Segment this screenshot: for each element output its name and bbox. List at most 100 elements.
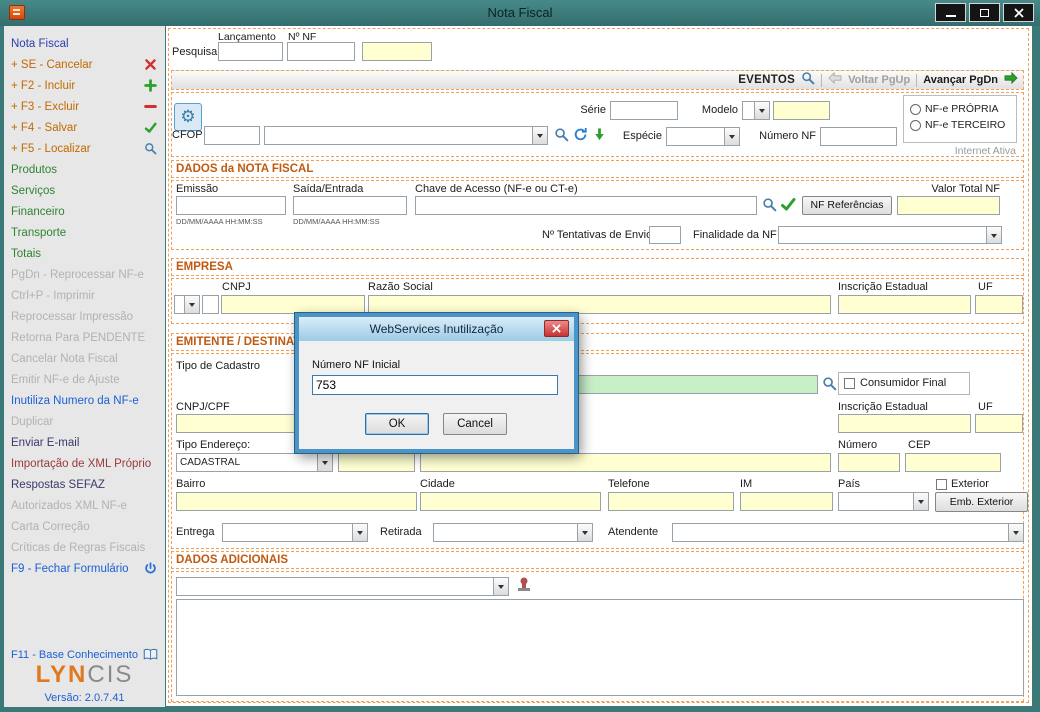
cfop-code-input[interactable]	[204, 126, 260, 145]
cidade-input[interactable]	[420, 492, 601, 511]
tentativas-input[interactable]	[649, 226, 681, 244]
stamp-icon[interactable]	[516, 577, 532, 593]
close-button[interactable]	[1003, 3, 1034, 22]
cfop-search-icon[interactable]	[554, 127, 570, 143]
bairro-input[interactable]	[176, 492, 417, 511]
endereco-codigo-input[interactable]	[338, 453, 415, 472]
destinatario-search-icon[interactable]	[822, 376, 838, 392]
pesquisa-extra-input[interactable]	[362, 42, 432, 61]
telefone-input[interactable]	[608, 492, 734, 511]
nfe-terceiro-radio[interactable]	[910, 120, 921, 131]
voltar-pgup-button[interactable]: Voltar PgUp	[848, 74, 910, 86]
empresa-ie-label: Inscrição Estadual	[838, 281, 928, 293]
empresa-header: EMPRESA	[171, 258, 1024, 276]
dados-adicionais-textarea[interactable]	[176, 599, 1024, 696]
emissao-input[interactable]	[176, 196, 286, 215]
sidebar-item-respostas-sefaz[interactable]: Respostas SEFAZ	[11, 475, 161, 495]
empresa-ie-input[interactable]	[838, 295, 971, 314]
nfe-propria-radio[interactable]	[910, 104, 921, 115]
sidebar-item-f4-salvar[interactable]: + F4 - Salvar	[11, 118, 161, 138]
sidebar-item-importacao-xml[interactable]: Importação de XML Próprio	[11, 454, 161, 474]
emitente-ie-input[interactable]	[838, 414, 971, 433]
empresa-cnpj-input[interactable]	[221, 295, 365, 314]
sidebar-item-f5-localizar[interactable]: + F5 - Localizar	[11, 139, 161, 159]
sidebar-item-reprocessar-nfe[interactable]: PgDn - Reprocessar NF-e	[11, 265, 161, 285]
emb-exterior-button[interactable]: Emb. Exterior	[935, 492, 1028, 512]
green-down-arrow-icon[interactable]	[592, 127, 608, 143]
refresh-icon[interactable]	[573, 127, 589, 143]
finalidade-select[interactable]	[778, 226, 1002, 244]
valor-total-input[interactable]	[897, 196, 1000, 215]
sidebar-item-imprimir[interactable]: Ctrl+P - Imprimir	[11, 286, 161, 306]
sidebar-item-fechar-formulario[interactable]: F9 - Fechar Formulário	[11, 559, 161, 579]
empresa-select[interactable]	[174, 295, 200, 314]
sidebar-item-carta-correcao[interactable]: Carta Correção	[11, 517, 161, 537]
especie-select[interactable]	[666, 127, 740, 146]
pesquisa-numnf-input[interactable]	[287, 42, 355, 61]
sidebar-item-servicos[interactable]: Serviços	[11, 181, 161, 201]
cfop-label: CFOP	[172, 129, 203, 141]
minimize-button[interactable]	[935, 3, 966, 22]
numero-input[interactable]	[838, 453, 900, 472]
sidebar-item-transporte[interactable]: Transporte	[11, 223, 161, 243]
pais-select[interactable]	[838, 492, 929, 511]
dados-adicionais-header: DADOS ADICIONAIS	[171, 551, 1024, 569]
sidebar-item-base-conhecimento[interactable]: F11 - Base Conhecimento	[11, 648, 138, 662]
pesquisa-lancamento-input[interactable]	[218, 42, 283, 61]
chave-check-icon[interactable]	[780, 196, 796, 212]
sidebar-item-enviar-email[interactable]: Enviar E-mail	[11, 433, 161, 453]
dialog-close-button[interactable]	[544, 320, 569, 337]
dialog-titlebar[interactable]: WebServices Inutilização	[299, 317, 574, 341]
sidebar-item-autorizados-xml[interactable]: Autorizados XML NF-e	[11, 496, 161, 516]
sidebar-item-se-cancelar[interactable]: + SE - Cancelar	[11, 55, 161, 75]
settings-button[interactable]: ⚙	[174, 103, 202, 131]
nf-referencias-button[interactable]: NF Referências	[802, 196, 892, 215]
sidebar-item-reprocessar-impressao[interactable]: Reprocessar Impressão	[11, 307, 161, 327]
titlebar[interactable]: Nota Fiscal	[0, 0, 1040, 26]
exterior-checkbox[interactable]	[936, 479, 947, 490]
chave-acesso-input[interactable]	[415, 196, 757, 215]
tipo-endereco-select[interactable]: CADASTRAL	[176, 453, 333, 472]
sidebar-item-emitir-ajuste[interactable]: Emitir NF-e de Ajuste	[11, 370, 161, 390]
avancar-pgdn-button[interactable]: Avançar PgDn	[923, 74, 998, 86]
sidebar-item-retorna-pendente[interactable]: Retorna Para PENDENTE	[11, 328, 161, 348]
maximize-button[interactable]	[969, 3, 1000, 22]
empresa-code-input[interactable]	[202, 295, 219, 314]
endereco-input[interactable]	[420, 453, 831, 472]
empresa-razao-input[interactable]	[368, 295, 831, 314]
dados-adicionais-select[interactable]	[176, 577, 509, 596]
atendente-select[interactable]	[672, 523, 1024, 542]
ok-button[interactable]: OK	[365, 413, 429, 435]
emitente-uf-input[interactable]	[975, 414, 1023, 433]
serie-input[interactable]	[610, 101, 678, 120]
numero-nf-inicial-input[interactable]	[312, 375, 558, 395]
chave-search-icon[interactable]	[762, 197, 778, 213]
cnpj-cpf-label: CNPJ/CPF	[176, 401, 230, 413]
modelo-select[interactable]	[742, 101, 770, 120]
dialog-body: Número NF Inicial OK Cancel	[299, 341, 574, 449]
sidebar-item-produtos[interactable]: Produtos	[11, 160, 161, 180]
avancar-arrow-icon	[1004, 71, 1018, 89]
eventos-search-icon[interactable]	[801, 71, 815, 90]
sidebar-item-f3-excluir[interactable]: + F3 - Excluir	[11, 97, 161, 117]
divider	[916, 74, 917, 87]
sidebar-item-inutiliza-numero[interactable]: Inutiliza Numero da NF-e	[11, 391, 161, 411]
sidebar-item-criticas-regras[interactable]: Críticas de Regras Fiscais	[11, 538, 161, 558]
saida-entrada-input[interactable]	[293, 196, 407, 215]
retirada-select[interactable]	[433, 523, 593, 542]
im-input[interactable]	[740, 492, 833, 511]
empresa-uf-input[interactable]	[975, 295, 1023, 314]
sidebar-item-cancelar-nota[interactable]: Cancelar Nota Fiscal	[11, 349, 161, 369]
sidebar-item-financeiro[interactable]: Financeiro	[11, 202, 161, 222]
consumidor-final-checkbox[interactable]	[844, 378, 855, 389]
sidebar-item-totais[interactable]: Totais	[11, 244, 161, 264]
cancel-button[interactable]: Cancel	[443, 413, 507, 435]
sidebar-item-duplicar[interactable]: Duplicar	[11, 412, 161, 432]
cfop-select[interactable]	[264, 126, 548, 145]
entrega-select[interactable]	[222, 523, 368, 542]
numero-nf-input[interactable]	[820, 127, 897, 146]
sidebar-item-nota-fiscal[interactable]: Nota Fiscal	[11, 34, 161, 54]
modelo-value-field[interactable]	[773, 101, 830, 120]
cep-input[interactable]	[905, 453, 1001, 472]
sidebar-item-f2-incluir[interactable]: + F2 - Incluir	[11, 76, 161, 96]
